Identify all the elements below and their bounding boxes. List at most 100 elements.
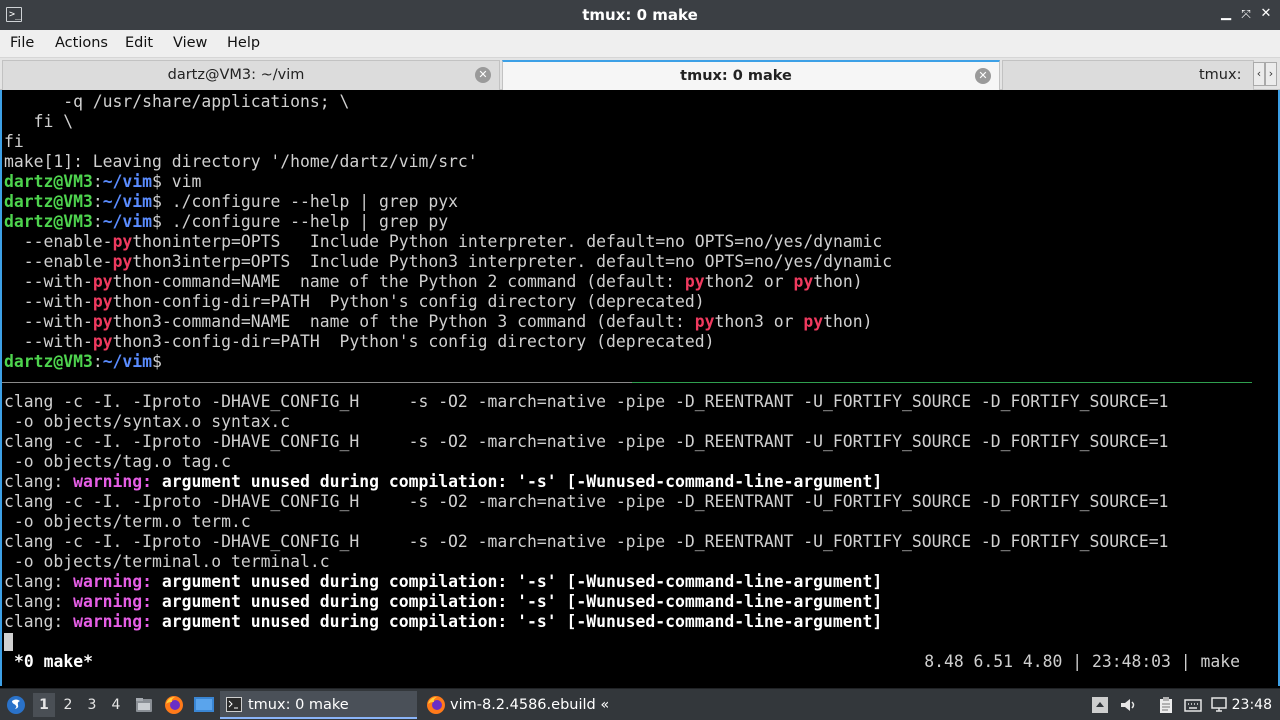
tab-dartz-vim[interactable]: dartz@VM3: ~/vim ✕ <box>2 60 500 90</box>
terminal-text: argument unused during compilation: '-s'… <box>161 592 883 611</box>
tab-label: tmux: 0 make <box>680 68 792 84</box>
bottom-pane-line: clang -c -I. -Iproto -DHAVE_CONFIG_H -s … <box>4 492 1168 512</box>
tab-tmux-0[interactable]: tmux: 0 <box>1002 60 1254 111</box>
tab-scroll-right-icon[interactable]: › <box>1265 62 1277 86</box>
top-pane-line: dartz@VM3:~/vim$ vim <box>4 172 201 192</box>
tab-bar: dartz@VM3: ~/vim ✕ tmux: 0 make ✕ tmux: … <box>0 58 1280 111</box>
top-pane-line: --enable-pythoninterp=OPTS Include Pytho… <box>4 232 883 252</box>
terminal-text: warning: <box>73 472 162 491</box>
terminal-text: thon3 or <box>714 312 804 331</box>
menu-file[interactable]: File <box>10 30 34 56</box>
terminal-text: thoninterp=OPTS Include Python interpret… <box>132 232 883 251</box>
clipboard-icon[interactable] <box>1157 696 1175 714</box>
bottom-pane-line: clang -c -I. -Iproto -DHAVE_CONFIG_H -s … <box>4 432 1168 452</box>
terminal-text: py <box>694 312 715 331</box>
terminal-text: dartz@VM3 <box>4 212 93 231</box>
terminal-text: py <box>803 312 824 331</box>
workspace-4[interactable]: 4 <box>105 693 127 717</box>
bottom-pane-line: clang: warning: argument unused during c… <box>4 612 882 632</box>
terminal-text: dartz@VM3 <box>4 172 93 191</box>
tmux-pane-divider[interactable] <box>2 382 1252 383</box>
terminal-text: : <box>92 192 103 211</box>
menu-bar: File Actions Edit View Help <box>0 30 1280 58</box>
terminal-text: thon3-config-dir=PATH Python's config di… <box>112 332 715 351</box>
terminal-text: --enable- <box>4 232 113 251</box>
terminal-text: --with- <box>4 272 93 291</box>
terminal-text: $ <box>152 352 162 371</box>
volume-icon[interactable] <box>1119 696 1137 714</box>
terminal-text: --enable- <box>4 252 113 271</box>
terminal-view[interactable]: *0 make* 8.48 6.51 4.80 | 23:48:03 | mak… <box>0 90 1280 686</box>
workspace-3[interactable]: 3 <box>81 693 103 717</box>
keyboard-icon[interactable] <box>1184 696 1202 714</box>
terminal-text: --with- <box>4 312 93 331</box>
window-titlebar: >_ tmux: 0 make ▁ ⤧ ✕ <box>0 0 1280 30</box>
top-pane-line: dartz@VM3:~/vim$ ./configure --help | gr… <box>4 192 458 212</box>
terminal-text: thon) <box>823 312 873 331</box>
terminal-text: clang -c -I. -Iproto -DHAVE_CONFIG_H -s … <box>4 532 1169 551</box>
tab-tmux-make[interactable]: tmux: 0 make ✕ <box>502 60 1000 90</box>
minimize-icon[interactable]: ▁ <box>1218 6 1234 22</box>
bottom-pane-line: clang: warning: argument unused during c… <box>4 472 882 492</box>
tab-close-icon[interactable]: ✕ <box>475 67 491 83</box>
terminal-text: clang -c -I. -Iproto -DHAVE_CONFIG_H -s … <box>4 432 1169 451</box>
taskbar-clock[interactable]: 23:48 <box>1232 689 1272 720</box>
terminal-text: py <box>684 272 705 291</box>
task-firefox-vim-ebuild[interactable]: vim-8.2.4586.ebuild « … <box>422 691 622 719</box>
terminal-text: py <box>793 272 814 291</box>
terminal-text: thon-command=NAME name of the Python 2 c… <box>112 272 685 291</box>
task-label: vim-8.2.4586.ebuild « … <box>450 697 610 713</box>
terminal-text: $ vim <box>152 172 202 191</box>
tab-label: dartz@VM3: ~/vim <box>167 67 305 83</box>
terminal-text: thon3interp=OPTS Include Python3 interpr… <box>132 252 893 271</box>
terminal-text: fi <box>4 132 24 151</box>
terminal-text: clang: <box>4 572 74 591</box>
top-pane-line: make[1]: Leaving directory '/home/dartz/… <box>4 152 478 172</box>
terminal-text: thon2 or <box>704 272 794 291</box>
app-menu-icon[interactable] <box>6 695 26 715</box>
terminal-text: fi \ <box>4 112 74 131</box>
terminal-text: thon) <box>813 272 863 291</box>
terminal-text: thon-config-dir=PATH Python's config dir… <box>112 292 705 311</box>
tab-close-icon[interactable]: ✕ <box>975 68 991 84</box>
taskbar: 1 2 3 4 tmux: 0 make vim-8.2.4586.ebuild… <box>0 688 1280 720</box>
close-icon[interactable]: ✕ <box>1258 6 1274 22</box>
bottom-pane-line: -o objects/tag.o tag.c <box>4 452 231 472</box>
task-label: tmux: 0 make <box>248 697 349 713</box>
terminal-text: ~/vim <box>102 352 153 371</box>
network-icon[interactable] <box>1210 696 1228 714</box>
terminal-text: : <box>92 172 103 191</box>
top-pane-line: --with-python3-command=NAME name of the … <box>4 312 873 332</box>
top-pane-line: -q /usr/share/applications; \ <box>4 92 349 112</box>
terminal-text: py <box>112 252 133 271</box>
terminal-text: -o objects/tag.o tag.c <box>4 452 231 471</box>
terminal-icon <box>226 697 242 712</box>
terminal-text: dartz@VM3 <box>4 352 93 371</box>
menu-view[interactable]: View <box>173 30 207 56</box>
tmux-status-window: *0 make* <box>14 652 93 671</box>
menu-actions[interactable]: Actions <box>55 30 108 56</box>
terminal-text: argument unused during compilation: '-s'… <box>161 612 883 631</box>
top-pane-line: --enable-python3interp=OPTS Include Pyth… <box>4 252 892 272</box>
workspace-2[interactable]: 2 <box>57 693 79 717</box>
terminal-text: clang: <box>4 592 74 611</box>
top-pane-line: --with-python-config-dir=PATH Python's c… <box>4 292 705 312</box>
file-manager-icon[interactable] <box>134 695 154 715</box>
terminal-text: : <box>92 352 103 371</box>
show-desktop-icon[interactable] <box>1091 696 1109 714</box>
desktop-icon[interactable] <box>193 695 215 715</box>
tab-scroll-left-icon[interactable]: ‹ <box>1253 62 1265 86</box>
terminal-text: -o objects/term.o term.c <box>4 512 251 531</box>
terminal-cursor <box>4 633 13 651</box>
task-tmux-make[interactable]: tmux: 0 make <box>220 691 417 719</box>
menu-help[interactable]: Help <box>227 30 260 56</box>
terminal-text: -o objects/terminal.o terminal.c <box>4 552 330 571</box>
workspace-1[interactable]: 1 <box>33 693 55 717</box>
terminal-text: ~/vim <box>102 172 153 191</box>
terminal-text: py <box>92 272 113 291</box>
menu-edit[interactable]: Edit <box>125 30 153 56</box>
terminal-text: --with- <box>4 332 93 351</box>
bottom-pane-line: clang -c -I. -Iproto -DHAVE_CONFIG_H -s … <box>4 532 1168 552</box>
firefox-icon[interactable] <box>164 695 184 715</box>
maximize-icon[interactable]: ⤧ <box>1238 6 1254 22</box>
